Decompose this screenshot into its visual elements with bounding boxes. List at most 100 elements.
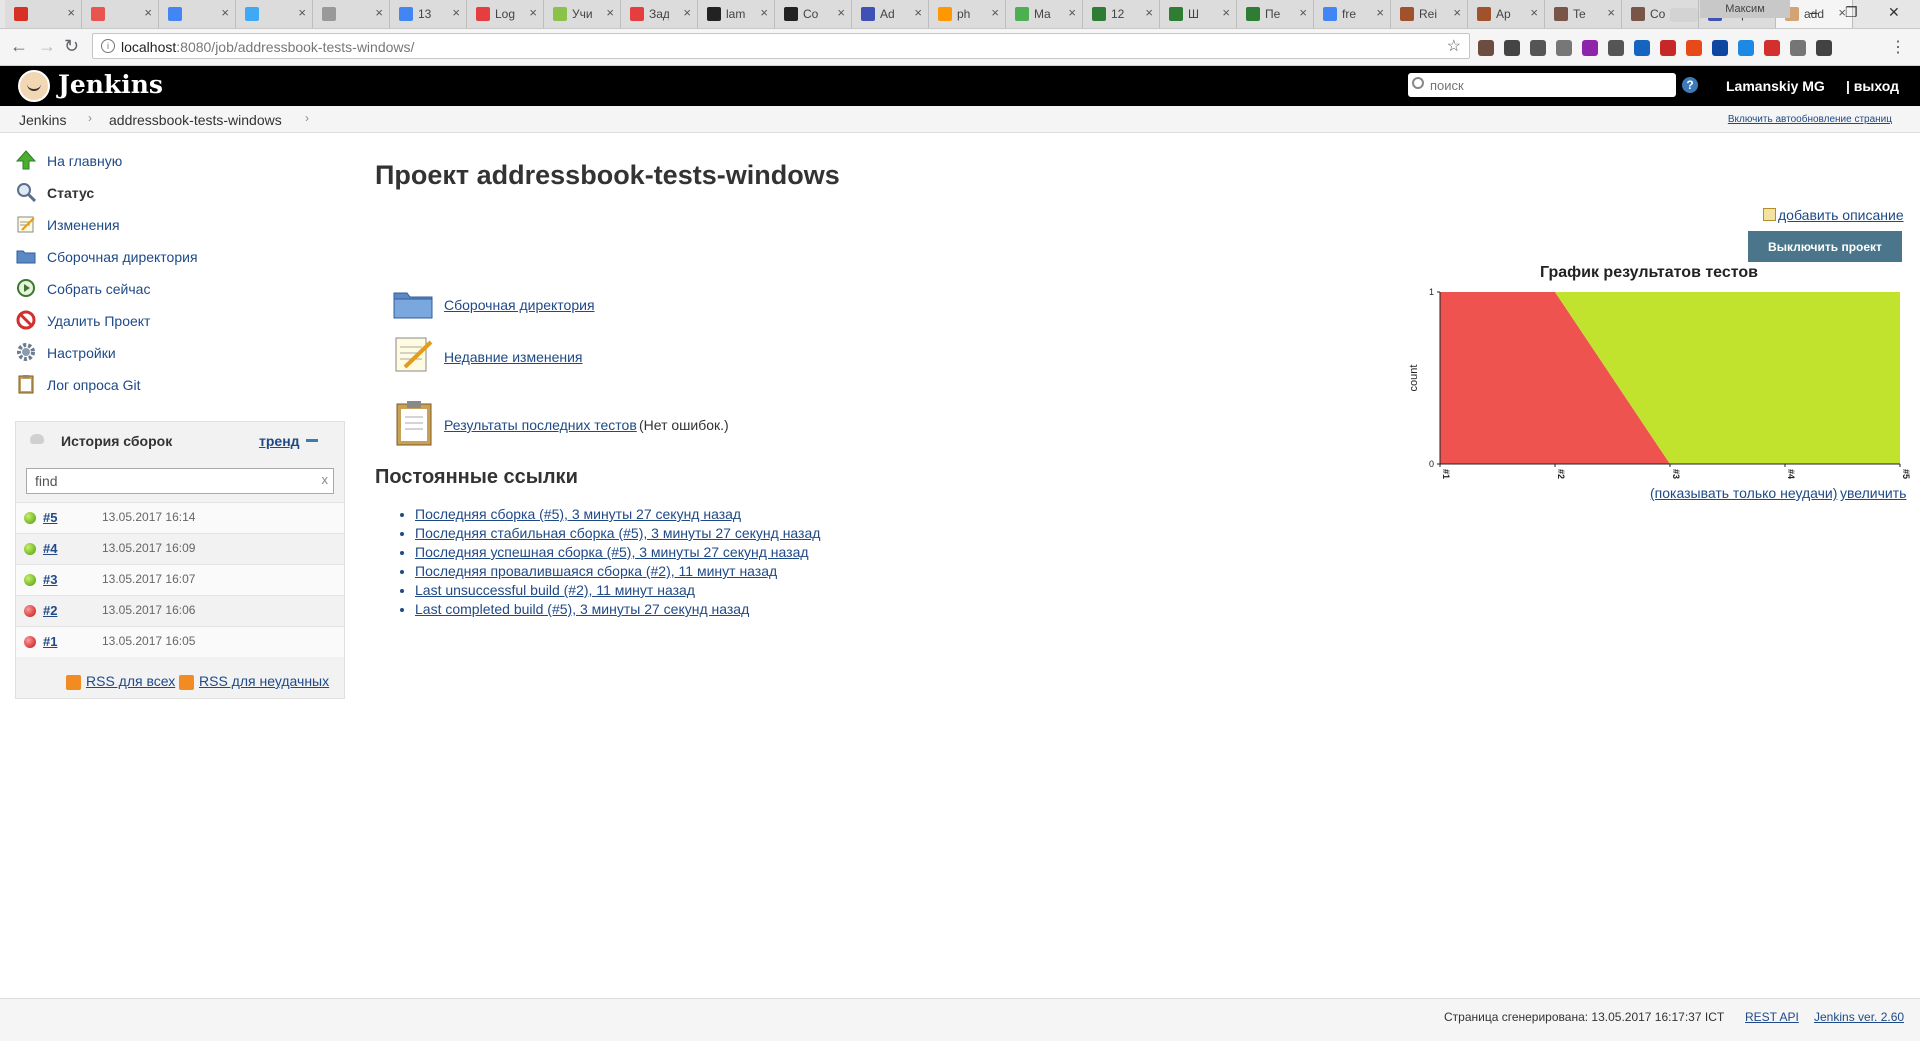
sidebar-item-label[interactable]: На главную xyxy=(47,153,122,169)
bookmark-star-icon[interactable]: ☆ xyxy=(1447,36,1461,56)
address-bar[interactable]: i localhost:8080/job/addressbook-tests-w… xyxy=(92,33,1470,59)
breadcrumb-chevron-icon[interactable]: › xyxy=(88,111,92,125)
rss-all-link[interactable]: RSS для всех xyxy=(86,673,175,689)
build-row[interactable]: #4 13.05.2017 16:09 xyxy=(16,533,344,564)
browser-tab[interactable]: Пе × xyxy=(1237,0,1314,28)
browser-extension-icon[interactable] xyxy=(1764,40,1780,56)
tab-close-icon[interactable]: × xyxy=(914,5,922,20)
browser-tab[interactable]: × xyxy=(159,0,236,28)
build-date[interactable]: 13.05.2017 16:14 xyxy=(102,510,195,524)
sidebar-item-label[interactable]: Удалить Проект xyxy=(47,313,150,329)
build-filter[interactable]: x xyxy=(26,468,334,494)
rss-icon[interactable] xyxy=(179,675,194,690)
test-results-chart[interactable]: 0 1 #1 #2 #3 #4 #5 count xyxy=(1405,280,1910,485)
permalink-link[interactable]: Последняя сборка (#5), 3 минуты 27 секун… xyxy=(415,506,741,522)
browser-tab[interactable]: Te × xyxy=(1545,0,1622,28)
tab-close-icon[interactable]: × xyxy=(1453,5,1461,20)
browser-tab[interactable]: × xyxy=(5,0,82,28)
browser-extension-icon[interactable] xyxy=(1660,40,1676,56)
browser-tab[interactable]: Log × xyxy=(467,0,544,28)
browser-extension-icon[interactable] xyxy=(1608,40,1624,56)
sidebar-item-settings[interactable]: Настройки xyxy=(16,342,316,364)
browser-tab[interactable]: Co × xyxy=(775,0,852,28)
permalink-link[interactable]: Последняя провалившаяся сборка (#2), 11 … xyxy=(415,563,777,579)
profile-button[interactable]: Максим xyxy=(1700,0,1790,18)
rss-icon[interactable] xyxy=(66,675,81,690)
build-row[interactable]: #1 13.05.2017 16:05 xyxy=(16,626,344,657)
edit-description-icon[interactable] xyxy=(1763,208,1776,221)
browser-tab[interactable]: lam × xyxy=(698,0,775,28)
browser-tab[interactable]: Ma × xyxy=(1006,0,1083,28)
browser-extension-icon[interactable] xyxy=(1504,40,1520,56)
browser-tab[interactable]: × xyxy=(236,0,313,28)
back-icon[interactable]: ← xyxy=(10,36,28,57)
tab-close-icon[interactable]: × xyxy=(529,5,537,20)
last-test-results-link[interactable]: Результаты последних тестов xyxy=(444,417,637,433)
browser-tab[interactable]: Rei × xyxy=(1391,0,1468,28)
enable-autorefresh-link[interactable]: Включить автообновление страниц xyxy=(1728,114,1892,125)
build-row[interactable]: #3 13.05.2017 16:07 xyxy=(16,564,344,595)
build-filter-input[interactable] xyxy=(33,472,317,490)
build-row[interactable]: #5 13.05.2017 16:14 xyxy=(16,502,344,533)
build-number-link[interactable]: #3 xyxy=(43,572,57,587)
tab-close-icon[interactable]: × xyxy=(1068,5,1076,20)
build-date[interactable]: 13.05.2017 16:09 xyxy=(102,541,195,555)
browser-tab[interactable]: Ad × xyxy=(852,0,929,28)
tab-close-icon[interactable]: × xyxy=(1145,5,1153,20)
permalink-link[interactable]: Last unsuccessful build (#2), 11 минут н… xyxy=(415,582,695,598)
permalink-link[interactable]: Последняя успешная сборка (#5), 3 минуты… xyxy=(415,544,809,560)
tab-close-icon[interactable]: × xyxy=(375,5,383,20)
new-tab-button[interactable] xyxy=(1670,8,1698,22)
close-window-icon[interactable]: ✕ xyxy=(1888,4,1900,21)
browser-extension-icon[interactable] xyxy=(1634,40,1650,56)
build-number-link[interactable]: #2 xyxy=(43,603,57,618)
browser-extension-icon[interactable] xyxy=(1686,40,1702,56)
sidebar-item-label[interactable]: Собрать сейчас xyxy=(47,281,150,297)
jenkins-logo-icon[interactable] xyxy=(18,70,50,102)
show-failures-only-link[interactable]: (показывать только неудачи) xyxy=(1650,485,1837,501)
disable-project-button[interactable]: Выключить проект xyxy=(1748,231,1902,262)
permalink-link[interactable]: Последняя стабильная сборка (#5), 3 мину… xyxy=(415,525,820,541)
sidebar-item-status[interactable]: Статус xyxy=(16,182,316,204)
breadcrumb-jenkins[interactable]: Jenkins xyxy=(19,112,66,128)
browser-extension-icon[interactable] xyxy=(1738,40,1754,56)
tab-close-icon[interactable]: × xyxy=(760,5,768,20)
tab-close-icon[interactable]: × xyxy=(1376,5,1384,20)
sidebar-item-label[interactable]: Лог опроса Git xyxy=(47,377,140,393)
build-date[interactable]: 13.05.2017 16:07 xyxy=(102,572,195,586)
logout-link[interactable]: | выход xyxy=(1846,78,1899,94)
sidebar-item-git-polling-log[interactable]: Лог опроса Git xyxy=(16,374,316,396)
tab-close-icon[interactable]: × xyxy=(67,5,75,20)
workspace-link[interactable]: Сборочная директория xyxy=(444,297,595,313)
browser-tab[interactable]: ph × xyxy=(929,0,1006,28)
rss-failed-link[interactable]: RSS для неудачных xyxy=(199,673,329,689)
sidebar-item-home[interactable]: На главную xyxy=(16,150,316,172)
tab-close-icon[interactable]: × xyxy=(1607,5,1615,20)
sidebar-item-build-now[interactable]: Собрать сейчас xyxy=(16,278,316,300)
browser-extension-icon[interactable] xyxy=(1530,40,1546,56)
tab-close-icon[interactable]: × xyxy=(298,5,306,20)
sidebar-item-label[interactable]: Сборочная директория xyxy=(47,249,198,265)
reload-icon[interactable]: ↻ xyxy=(64,36,79,57)
tab-close-icon[interactable]: × xyxy=(606,5,614,20)
forward-icon[interactable]: → xyxy=(38,36,56,57)
tab-close-icon[interactable]: × xyxy=(991,5,999,20)
enlarge-chart-link[interactable]: увеличить xyxy=(1840,485,1906,501)
sidebar-item-label[interactable]: Настройки xyxy=(47,345,116,361)
build-number-link[interactable]: #4 xyxy=(43,541,57,556)
build-number-link[interactable]: #1 xyxy=(43,634,57,649)
tab-close-icon[interactable]: × xyxy=(144,5,152,20)
browser-tab[interactable]: × xyxy=(82,0,159,28)
tab-close-icon[interactable]: × xyxy=(1222,5,1230,20)
browser-tab[interactable]: Учи × xyxy=(544,0,621,28)
sidebar-item-label[interactable]: Изменения xyxy=(47,217,120,233)
tab-close-icon[interactable]: × xyxy=(837,5,845,20)
browser-extension-icon[interactable] xyxy=(1478,40,1494,56)
minimize-icon[interactable]: – xyxy=(1810,4,1818,20)
tab-close-icon[interactable]: × xyxy=(452,5,460,20)
browser-tab[interactable]: 13 × xyxy=(390,0,467,28)
add-description-link[interactable]: добавить описание xyxy=(1778,207,1904,223)
browser-tab[interactable]: 12 × xyxy=(1083,0,1160,28)
browser-extension-icon[interactable] xyxy=(1712,40,1728,56)
build-number-link[interactable]: #5 xyxy=(43,510,57,525)
